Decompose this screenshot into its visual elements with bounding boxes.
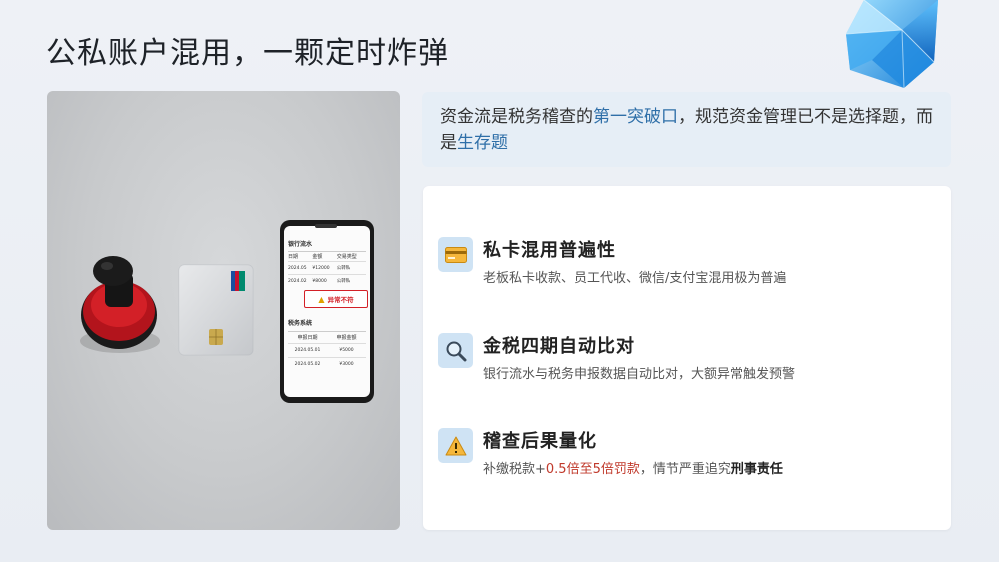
phone-cell: ¥3000: [339, 362, 354, 367]
warning-icon: ▲: [318, 294, 325, 304]
phone-header: 交易类型: [336, 254, 357, 260]
key-insight-callout: 资金流是税务稽查的第一突破口，规范资金管理已不是选择题，而是生存题: [422, 92, 951, 167]
phone-cell: ¥8000: [312, 278, 327, 284]
point-heading: 稽查后果量化: [483, 431, 597, 452]
point-heading: 金税四期自动比对: [483, 336, 635, 357]
point-heading: 私卡混用普遍性: [483, 240, 616, 261]
phone-cell: 公转私: [336, 279, 351, 284]
phone-cell: ¥5000: [339, 348, 354, 353]
callout-highlight: 生存题: [457, 133, 508, 153]
phone-header: 金额: [312, 254, 323, 260]
bank-card-icon: [178, 264, 254, 356]
desc-text: 补缴税款+: [483, 462, 546, 477]
phone-cell: 2024.05: [288, 265, 307, 271]
callout-highlight: 第一突破口: [593, 107, 678, 127]
penalty-highlight: 0.5倍至5倍罚款: [545, 462, 640, 477]
phone-alert-text: 异常不符: [327, 296, 354, 304]
desc-text: ，情节严重追究: [639, 462, 731, 477]
phone-tax-title: 税务系统: [288, 320, 313, 327]
point-description: 补缴税款+0.5倍至5倍罚款，情节严重追究刑事责任: [483, 458, 783, 477]
phone-alert-badge: ▲ 异常不符: [304, 290, 368, 308]
credit-card-icon: [438, 237, 473, 272]
phone-bank-title: 银行流水: [288, 241, 313, 248]
phone-cell: 2024.05.02: [294, 362, 321, 367]
warning-icon: [438, 428, 473, 463]
phone-header: 申报金额: [336, 335, 357, 341]
illustration-photo: 银行流水 日期 金额 交易类型 2024.05 ¥12000 公转私 2024.…: [47, 91, 400, 530]
phone-cell: 公转私: [336, 266, 351, 271]
phone-header: 申报日期: [297, 335, 318, 341]
phone-cell: ¥12000: [312, 265, 330, 271]
search-icon: [438, 333, 473, 368]
points-card: 私卡混用普遍性 老板私卡收款、员工代收、微信/支付宝混用极为普遍 金税四期自动比…: [423, 186, 951, 530]
phone-header: 日期: [288, 254, 299, 260]
criminal-liability-highlight: 刑事责任: [730, 462, 783, 477]
phone-cell: 2024.05.01: [294, 348, 321, 353]
page-title: 公私账户混用，一颗定时炸弹: [46, 36, 449, 71]
point-description: 老板私卡收款、员工代收、微信/支付宝混用极为普遍: [483, 271, 787, 286]
point-description: 银行流水与税务申报数据自动比对，大额异常触发预警: [483, 367, 796, 382]
callout-text: 资金流是税务稽查的: [440, 107, 593, 127]
phone-cell: 2024.02: [288, 278, 307, 284]
crystal-gem-icon: [845, 0, 938, 89]
stamp-icon: [80, 256, 160, 353]
